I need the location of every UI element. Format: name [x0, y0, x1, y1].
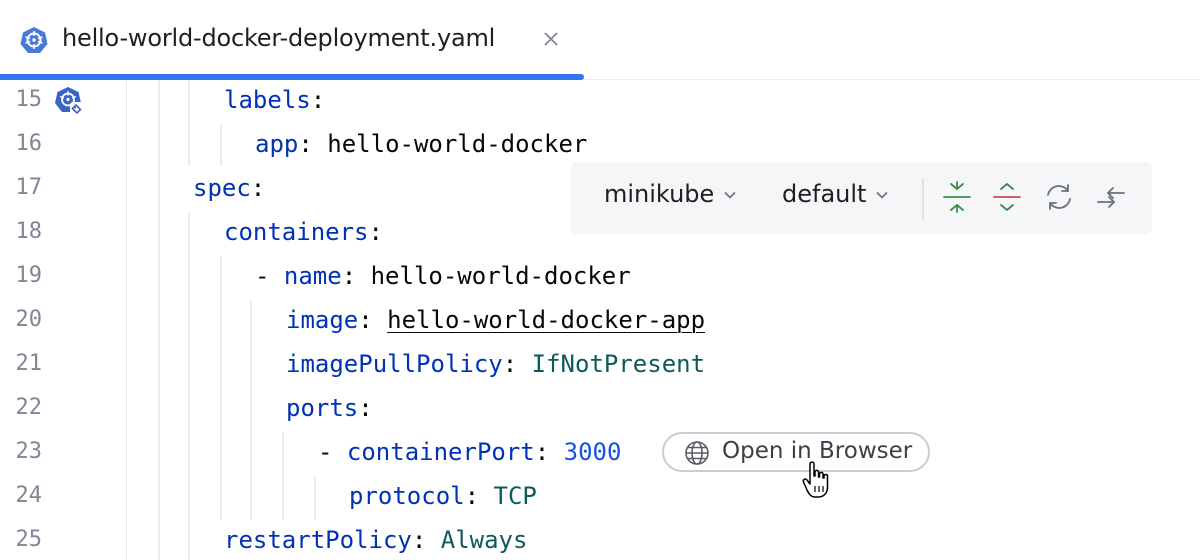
line-number: 17	[15, 175, 43, 200]
cluster-label: minikube	[604, 180, 715, 208]
colon: :	[358, 306, 373, 334]
yaml-key: restartPolicy	[224, 526, 412, 554]
yaml-key: image	[286, 306, 359, 334]
cluster-context-dropdown[interactable]: minikube	[604, 180, 738, 208]
image-reference-link[interactable]: hello-world-docker-app	[387, 306, 705, 334]
kubernetes-icon	[20, 27, 48, 53]
indent-guide	[314, 476, 316, 520]
namespace-label: default	[782, 180, 867, 208]
line-number: 25	[15, 527, 43, 552]
line-number: 18	[15, 219, 43, 244]
code-line-17[interactable]: spec:	[193, 168, 265, 208]
globe-icon	[685, 441, 709, 465]
apply-icon[interactable]	[940, 180, 974, 214]
indent-guide	[188, 212, 190, 560]
code-line-25[interactable]: restartPolicy: Always	[224, 520, 527, 560]
line-number: 22	[15, 395, 43, 420]
yaml-key: labels	[224, 86, 311, 114]
code-line-18[interactable]: containers:	[224, 212, 383, 252]
indent-guide	[158, 80, 160, 560]
yaml-key: name	[283, 262, 342, 290]
colon: :	[502, 350, 518, 378]
yaml-enum-value: TCP	[493, 482, 537, 510]
yaml-value: hello-world-docker	[327, 130, 588, 158]
close-icon[interactable]	[540, 28, 562, 50]
namespace-dropdown[interactable]: default	[782, 180, 890, 208]
code-line-15[interactable]: labels:	[224, 80, 325, 120]
code-line-16[interactable]: app: hello-world-docker	[255, 124, 587, 164]
code-line-24[interactable]: protocol: TCP	[349, 476, 537, 516]
chevron-down-icon	[724, 191, 736, 199]
code-line-21[interactable]: imagePullPolicy: IfNotPresent	[286, 344, 705, 384]
line-number: 20	[15, 307, 43, 332]
yaml-key: imagePullPolicy	[286, 350, 503, 378]
hand-pointer-icon	[802, 461, 829, 498]
colon: :	[358, 394, 373, 422]
line-number: 15	[15, 87, 43, 112]
yaml-key: protocol	[349, 482, 465, 510]
yaml-key: ports	[286, 394, 359, 422]
colon: :	[310, 86, 326, 114]
colon: :	[464, 482, 480, 510]
line-number: 19	[15, 263, 43, 288]
chevron-down-icon	[876, 191, 889, 199]
reload-icon[interactable]	[1042, 180, 1076, 214]
yaml-enum-value: IfNotPresent	[531, 350, 706, 378]
code-line-22[interactable]: ports:	[286, 388, 373, 428]
yaml-key: spec	[193, 174, 251, 202]
delete-icon[interactable]	[990, 180, 1024, 214]
kubernetes-resource-gutter-icon[interactable]	[54, 86, 84, 116]
line-number: 23	[15, 439, 43, 464]
indent-guide	[220, 256, 222, 520]
list-dash: -	[318, 438, 347, 466]
code-line-23[interactable]: - containerPort: 3000	[318, 432, 621, 472]
colon: :	[411, 526, 427, 554]
colon: :	[368, 218, 383, 246]
editor-tab-bar: hello-world-docker-deployment.yaml	[0, 0, 1200, 80]
toolbar-separator	[922, 178, 924, 220]
tab-title: hello-world-docker-deployment.yaml	[62, 24, 496, 52]
yaml-value: hello-world-docker	[370, 262, 631, 290]
yaml-enum-value: Always	[440, 526, 528, 554]
indent-guide	[188, 80, 190, 166]
kubernetes-floating-toolbar: minikube default	[570, 162, 1152, 234]
yaml-key: containerPort	[346, 438, 535, 466]
yaml-key: containers	[224, 218, 369, 246]
line-number: 16	[15, 131, 43, 156]
editor-tab[interactable]: hello-world-docker-deployment.yaml	[0, 0, 584, 80]
line-number: 21	[15, 351, 43, 376]
colon: :	[341, 262, 357, 290]
code-line-20[interactable]: image: hello-world-docker-app	[286, 300, 705, 340]
line-number: 24	[15, 483, 43, 508]
yaml-key: app	[255, 130, 299, 158]
colon: :	[250, 174, 266, 202]
indent-guide	[220, 124, 222, 166]
colon: :	[298, 130, 313, 158]
gutter-separator	[126, 80, 127, 560]
indent-guide	[282, 432, 284, 520]
yaml-number: 3000	[563, 438, 622, 466]
list-dash: -	[255, 262, 284, 290]
code-line-19[interactable]: - name: hello-world-docker	[255, 256, 631, 296]
collapse-icon[interactable]	[1094, 180, 1128, 214]
indent-guide	[250, 300, 252, 520]
colon: :	[534, 438, 550, 466]
open-in-browser-button[interactable]: Open in Browser	[662, 432, 930, 472]
